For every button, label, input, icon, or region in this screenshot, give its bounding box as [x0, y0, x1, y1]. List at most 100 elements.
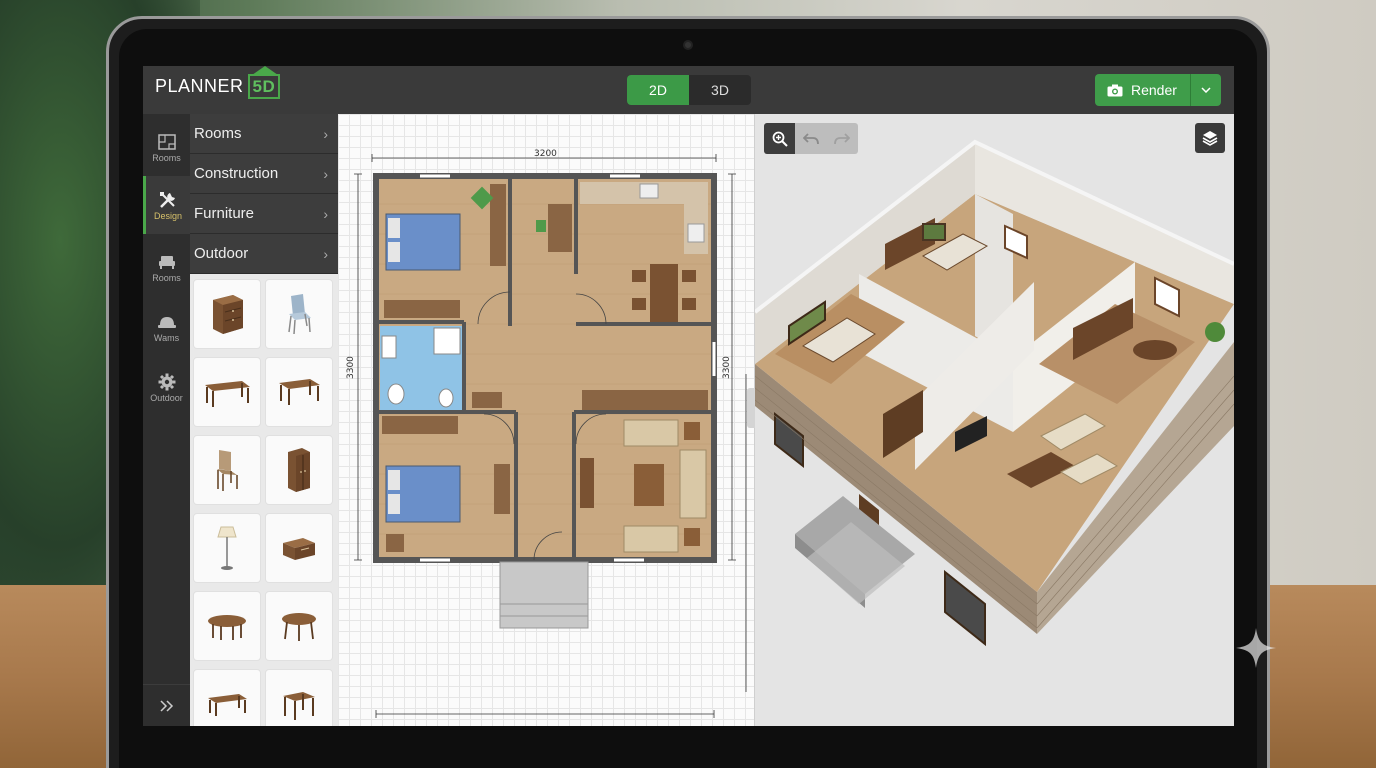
stove — [687, 223, 705, 243]
chest-icon — [283, 538, 315, 560]
plan-2d-canvas[interactable]: 3200 3300 3300 — [338, 114, 755, 726]
category-outdoor[interactable]: Outdoor › — [190, 234, 338, 274]
expand-rail-button[interactable] — [143, 684, 190, 726]
catalog-item-dining-chair[interactable] — [194, 436, 260, 504]
render-options-button[interactable] — [1191, 74, 1221, 106]
catalog-item-nightstand[interactable] — [194, 280, 260, 348]
tv-stand — [580, 458, 594, 508]
catalog-grid — [190, 274, 338, 726]
webcam — [683, 40, 693, 50]
rail-label: Wams — [153, 333, 180, 343]
width-dimension: 3200 — [534, 149, 557, 159]
wardrobe-icon — [288, 448, 310, 492]
category-label: Outdoor — [194, 245, 249, 262]
bench-table-icon — [279, 379, 320, 405]
category-label: Furniture — [194, 205, 255, 222]
logo-badge: 5D — [247, 66, 281, 99]
sofa-side — [679, 449, 707, 519]
chevron-right-icon: › — [323, 165, 328, 182]
square-table-icon — [283, 692, 315, 720]
floor-plan[interactable]: 3200 3300 3300 — [338, 114, 755, 726]
view-mode-toggle: 2D 3D — [627, 75, 751, 105]
category-furniture[interactable]: Furniture › — [190, 194, 338, 234]
nightstand-icon — [213, 295, 243, 334]
right-height-dimension: 3300 — [722, 356, 732, 379]
coffee-table-icon — [205, 381, 250, 407]
dining-chair-icon — [217, 450, 238, 491]
hall-chair — [536, 220, 546, 232]
desk-2 — [382, 416, 458, 434]
toilet — [387, 383, 405, 405]
wardrobe-1 — [490, 184, 506, 266]
rail-item-rooms[interactable]: Rooms — [143, 118, 190, 176]
mode-2d-button[interactable]: 2D — [627, 75, 689, 105]
render-button-group: Render — [1095, 74, 1221, 106]
tools-icon — [159, 189, 177, 211]
chevron-right-icon: › — [323, 125, 328, 142]
rail-label: Rooms — [152, 273, 181, 283]
rail-label: Design — [153, 211, 182, 221]
catalog-item-bench-table[interactable] — [266, 358, 332, 426]
catalog-item-square-table[interactable] — [266, 670, 332, 726]
view-3d-canvas[interactable] — [755, 114, 1234, 726]
app-logo[interactable]: PLANNER 5D — [155, 66, 281, 99]
entrance-steps — [499, 561, 589, 629]
house-3d-render — [755, 139, 1234, 647]
sparkle-watermark-icon — [1236, 628, 1276, 668]
catalog-item-chest[interactable] — [266, 514, 332, 582]
rail-item-wams[interactable]: Wams — [143, 298, 190, 356]
chevron-down-icon — [1201, 87, 1211, 93]
catalog-item-coffee-table[interactable] — [194, 358, 260, 426]
logo-text: PLANNER — [155, 76, 244, 96]
desk-1 — [384, 300, 460, 318]
rail-item-design[interactable]: Design — [143, 176, 190, 234]
catalog-item-low-table[interactable] — [194, 670, 260, 726]
low-table-icon — [208, 694, 247, 716]
rail-label: Rooms — [152, 153, 181, 163]
sofa-top — [623, 419, 679, 447]
hall-cabinet — [472, 392, 502, 408]
nightstand-2 — [386, 534, 404, 552]
camera-icon — [1107, 84, 1123, 96]
app-screen: PLANNER 5D 2D 3D Render Rooms Design Roo… — [143, 66, 1234, 726]
rail-item-outdoor[interactable]: Outdoor — [143, 358, 190, 416]
render-button[interactable]: Render — [1095, 74, 1191, 106]
rail-label: Outdoor — [150, 393, 183, 403]
catalog-item-floor-lamp[interactable] — [194, 514, 260, 582]
sink-bath — [381, 335, 397, 359]
catalog-item-round-table[interactable] — [266, 592, 332, 660]
coffee-table — [634, 464, 664, 506]
top-bar: PLANNER 5D 2D 3D Render — [143, 66, 1234, 114]
chair-icon — [288, 294, 311, 335]
left-height-dimension: 3300 — [346, 356, 356, 379]
sofa-bottom — [623, 525, 679, 553]
catalog-item-chair[interactable] — [266, 280, 332, 348]
hall-desk — [548, 204, 572, 252]
sofa-icon — [158, 251, 176, 273]
mode-3d-button[interactable]: 3D — [689, 75, 751, 105]
sink — [639, 183, 659, 199]
gear-icon — [158, 371, 176, 393]
catalog-item-oval-table[interactable] — [194, 592, 260, 660]
floor-lamp-icon — [217, 526, 237, 570]
dining-table — [650, 264, 678, 322]
oval-table-icon — [208, 615, 246, 640]
shower — [433, 327, 461, 355]
catalog-item-wardrobe[interactable] — [266, 436, 332, 504]
catalog-panel: Rooms › Construction › Furniture › Outdo… — [190, 114, 338, 726]
render-label: Render — [1131, 82, 1177, 98]
chevron-right-icon: › — [323, 245, 328, 262]
double-chevron-right-icon — [159, 699, 173, 712]
category-label: Construction — [194, 165, 279, 182]
wardrobe-2 — [494, 464, 510, 514]
living-cabinet — [582, 390, 708, 410]
category-construction[interactable]: Construction › — [190, 154, 338, 194]
category-rooms[interactable]: Rooms › — [190, 114, 338, 154]
view-splitter-handle[interactable] — [747, 388, 755, 428]
round-table-icon — [282, 613, 316, 641]
category-label: Rooms — [194, 125, 242, 142]
floorplan-icon — [157, 131, 176, 153]
left-tool-rail: Rooms Design Rooms Wams Outdoor — [143, 114, 190, 726]
rail-item-furniture-rooms[interactable]: Rooms — [143, 238, 190, 296]
cap-icon — [157, 311, 177, 333]
